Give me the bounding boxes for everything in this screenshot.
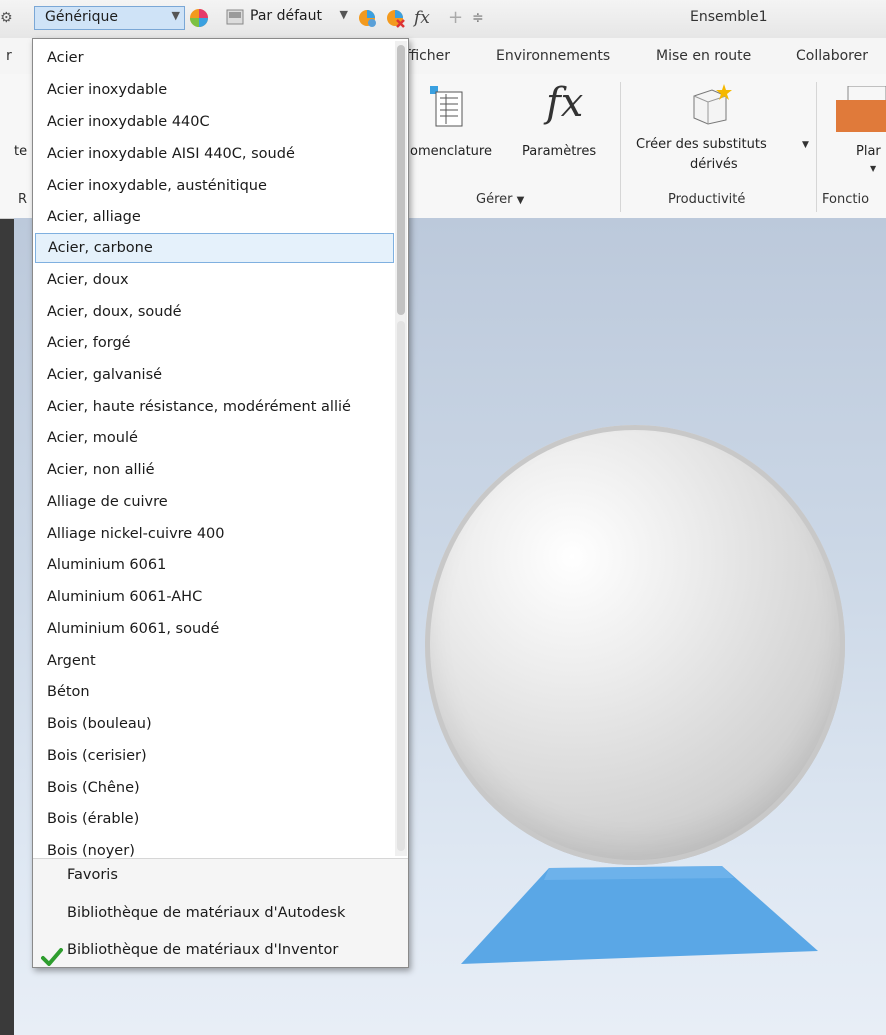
scrollbar-thumb[interactable] (397, 45, 405, 315)
panel-separator (816, 82, 817, 212)
list-item[interactable]: Acier, haute résistance, modérément alli… (35, 392, 394, 422)
library-favorites[interactable]: Favoris (67, 867, 118, 883)
list-item[interactable]: Acier, forgé (35, 328, 394, 358)
tab-collaborer[interactable]: Collaborer (796, 48, 868, 64)
tab-environnements[interactable]: Environnements (496, 48, 610, 64)
customize-icon[interactable]: ≑ (472, 6, 484, 30)
list-item[interactable]: Alliage nickel-cuivre 400 (35, 519, 394, 549)
list-item[interactable]: Aluminium 6061, soudé (35, 614, 394, 644)
appearance-ball-icon[interactable] (188, 6, 210, 30)
chevron-down-icon[interactable]: ▼ (340, 8, 348, 21)
clear-appearance-icon[interactable] (384, 6, 406, 30)
settings-icon[interactable]: ⚙ (0, 6, 13, 30)
tab-mise-en-route[interactable]: Mise en route (656, 48, 751, 64)
plus-icon[interactable]: + (448, 6, 463, 30)
list-item[interactable]: Acier, alliage (35, 202, 394, 232)
list-item[interactable]: Acier inoxydable AISI 440C, soudé (35, 139, 394, 169)
panel-separator (620, 82, 621, 212)
list-item[interactable]: Aluminium 6061 (35, 550, 394, 580)
material-combo[interactable]: Générique ▼ (34, 6, 185, 30)
appearance-swatch-icon (226, 9, 244, 29)
plane-icon[interactable] (836, 85, 886, 136)
appearance-combo[interactable]: Par défaut ▼ (224, 6, 348, 30)
list-item[interactable]: Acier, galvanisé (35, 360, 394, 390)
quick-access-toolbar: ⚙ Générique ▼ Par défaut ▼ fx + ≑ Ensemb… (0, 0, 886, 39)
list-item-selected[interactable]: Acier, carbone (35, 233, 394, 263)
list-scrollbar[interactable] (395, 41, 407, 856)
chevron-down-icon[interactable]: ▼ (172, 9, 180, 22)
bom-icon[interactable] (428, 84, 464, 132)
panel-label-manage-text: Gérer (476, 192, 513, 207)
appearance-combo-value: Par défaut (250, 8, 322, 24)
panel-label-cut: R (18, 192, 28, 207)
list-item[interactable]: Béton (35, 677, 394, 707)
material-dropdown[interactable]: Acier Acier inoxydable Acier inoxydable … (32, 38, 409, 968)
cut-button-label[interactable]: te (14, 144, 27, 159)
list-item[interactable]: Acier, moulé (35, 423, 394, 453)
chevron-down-icon[interactable]: ▼ (802, 140, 809, 150)
list-item[interactable]: Bois (noyer) (35, 836, 394, 858)
list-item[interactable]: Bois (bouleau) (35, 709, 394, 739)
list-item[interactable]: Acier, doux (35, 265, 394, 295)
list-item[interactable]: Aluminium 6061-AHC (35, 582, 394, 612)
list-item[interactable]: Acier inoxydable 440C (35, 107, 394, 137)
chevron-down-icon[interactable]: ▼ (870, 164, 876, 173)
material-combo-value: Générique (45, 9, 118, 25)
parameters-fx-icon[interactable]: fx (546, 80, 583, 126)
panel-label-manage[interactable]: Gérer ▼ (476, 192, 524, 207)
list-item[interactable]: Bois (érable) (35, 804, 394, 834)
list-item[interactable]: Bois (Chêne) (35, 773, 394, 803)
derived-substitute-icon[interactable] (690, 82, 736, 130)
list-item[interactable]: Alliage de cuivre (35, 487, 394, 517)
parameters-button[interactable]: Paramètres (522, 144, 596, 159)
library-inventor[interactable]: Bibliothèque de matériaux d'Inventor (67, 942, 338, 958)
panel-label-features: Fonctio (822, 192, 870, 207)
adjust-appearance-icon[interactable] (356, 6, 378, 30)
check-icon (41, 948, 63, 967)
material-list: Acier Acier inoxydable Acier inoxydable … (33, 39, 398, 858)
list-item[interactable]: Argent (35, 646, 394, 676)
panel-label-productivity: Productivité (668, 192, 746, 207)
derived-substitute-label-2[interactable]: dérivés (690, 157, 738, 172)
list-item[interactable]: Bois (cerisier) (35, 741, 394, 771)
list-item[interactable]: Acier inoxydable (35, 75, 394, 105)
list-item[interactable]: Acier, non allié (35, 455, 394, 485)
list-item[interactable]: Acier (35, 43, 394, 73)
plane-button[interactable]: Plar (856, 144, 881, 159)
scrollbar-track[interactable] (397, 321, 405, 851)
tab-cut[interactable]: r (6, 48, 12, 64)
document-title: Ensemble1 (690, 9, 768, 25)
library-section: Favoris Bibliothèque de matériaux d'Auto… (33, 858, 408, 967)
nomenclature-button[interactable]: omenclature (410, 144, 492, 159)
derived-substitute-label-1[interactable]: Créer des substituts (636, 137, 767, 152)
library-autodesk[interactable]: Bibliothèque de matériaux d'Autodesk (67, 905, 345, 921)
chevron-down-icon: ▼ (516, 195, 525, 206)
fx-icon[interactable]: fx (414, 6, 430, 30)
list-item[interactable]: Acier, doux, soudé (35, 297, 394, 327)
list-item[interactable]: Acier inoxydable, austénitique (35, 171, 394, 201)
